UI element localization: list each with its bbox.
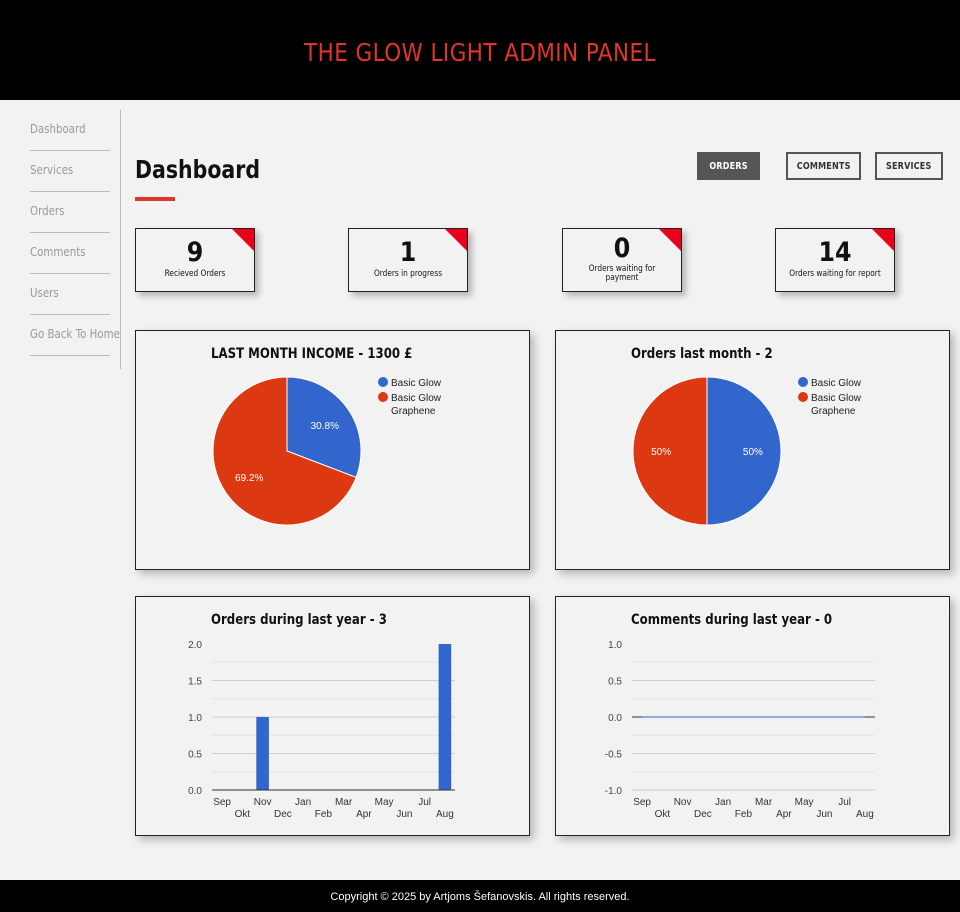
stat-card-waiting-payment: 0 Orders waiting for payment bbox=[562, 228, 682, 292]
y-tick-label: -1.0 bbox=[605, 786, 623, 797]
sidebar: Dashboard Services Orders Comments Users… bbox=[30, 110, 121, 369]
y-tick-label: 0.5 bbox=[608, 677, 622, 688]
orders-button[interactable]: ORDERS bbox=[697, 152, 760, 180]
sidebar-item-services[interactable]: Services bbox=[30, 162, 96, 177]
x-tick-label: Sep bbox=[213, 797, 231, 808]
comments-line-chart: -1.0 -0.5 0.0 0.5 1.0 Sep OktNovDecJan FebMarAp… bbox=[605, 640, 875, 820]
legend-marker bbox=[798, 377, 808, 387]
stat-label: Orders waiting for payment bbox=[588, 264, 656, 284]
y-tick-label: 0.0 bbox=[608, 713, 622, 724]
x-tick-label: Sep bbox=[633, 797, 651, 808]
y-tick-label: 1.0 bbox=[608, 640, 622, 651]
stat-label: Orders waiting for report bbox=[789, 269, 881, 279]
stat-value: 0 bbox=[613, 233, 631, 264]
x-tick-label: Aug bbox=[856, 809, 874, 820]
pie-slice-label: 50% bbox=[651, 447, 671, 458]
stat-card-orders-in-progress: 1 Orders in progress bbox=[348, 228, 468, 292]
copyright-text: Copyright © 2025 by Artjoms Šefanovskis.… bbox=[330, 891, 630, 903]
bar bbox=[256, 717, 269, 790]
legend-label: Basic Glow Graphene bbox=[811, 393, 862, 417]
stat-value: 14 bbox=[818, 237, 852, 268]
x-tick-label: Okt bbox=[235, 809, 251, 820]
x-tick-label: Jan bbox=[295, 797, 311, 808]
x-tick-label: Jan bbox=[715, 797, 731, 808]
x-tick-label: Apr bbox=[776, 809, 792, 820]
sidebar-divider bbox=[30, 355, 110, 356]
services-button[interactable]: SERVICES bbox=[875, 152, 943, 180]
pie-slice-label: 69.2% bbox=[235, 473, 263, 484]
legend-marker bbox=[378, 377, 388, 387]
x-tick-label: Mar bbox=[755, 797, 773, 808]
x-tick-label: Jul bbox=[418, 797, 431, 808]
stat-label: Recieved Orders bbox=[164, 269, 226, 279]
top-header: THE GLOW LIGHT ADMIN PANEL bbox=[0, 0, 960, 100]
x-tick-label: Nov bbox=[674, 797, 692, 808]
y-tick-label: 0.0 bbox=[188, 786, 202, 797]
stat-label: Orders in progress bbox=[373, 269, 443, 279]
x-tick-label: Feb bbox=[735, 809, 753, 820]
orders-year-panel: Orders during last year - 3 0.0 0.5 1.0 1.5… bbox=[135, 596, 530, 836]
sidebar-item-comments[interactable]: Comments bbox=[30, 244, 96, 259]
sidebar-item-orders[interactable]: Orders bbox=[30, 203, 96, 218]
x-tick-label: Jun bbox=[396, 809, 412, 820]
sidebar-divider bbox=[30, 314, 110, 315]
x-tick-label: Nov bbox=[254, 797, 272, 808]
comments-year-panel: Comments during last year - 0 -1.0 -0.5 0.… bbox=[555, 596, 950, 836]
sidebar-divider bbox=[30, 150, 110, 151]
income-pie-chart: 30.8% 69.2% Basic Glow Basic Glow Graphene bbox=[212, 376, 442, 526]
x-tick-label: Dec bbox=[274, 809, 292, 820]
x-tick-label: Apr bbox=[356, 809, 372, 820]
stat-card-received-orders: 9 Recieved Orders bbox=[135, 228, 255, 292]
legend-label: Basic Glow Graphene bbox=[391, 393, 442, 417]
x-tick-label: Jul bbox=[838, 797, 851, 808]
y-tick-label: 1.0 bbox=[188, 713, 202, 724]
app-title: THE GLOW LIGHT ADMIN PANEL bbox=[304, 38, 656, 67]
orders-pie-panel: Orders last month - 2 50% 50% Basic Glow Ba… bbox=[555, 330, 950, 570]
legend-marker bbox=[798, 392, 808, 402]
legend-label: Basic Glow bbox=[811, 378, 862, 389]
y-tick-label: 2.0 bbox=[188, 640, 202, 651]
y-tick-label: 1.5 bbox=[188, 677, 202, 688]
x-tick-label: May bbox=[375, 797, 394, 808]
sidebar-divider bbox=[30, 273, 110, 274]
x-tick-label: Jun bbox=[816, 809, 832, 820]
x-tick-label: Feb bbox=[315, 809, 333, 820]
stat-value: 1 bbox=[399, 237, 417, 268]
footer: Copyright © 2025 by Artjoms Šefanovskis.… bbox=[0, 880, 960, 912]
title-underline bbox=[135, 197, 175, 201]
sidebar-item-dashboard[interactable]: Dashboard bbox=[30, 121, 96, 136]
y-tick-label: 0.5 bbox=[188, 750, 202, 761]
x-tick-label: Dec bbox=[694, 809, 712, 820]
y-tick-label: -0.5 bbox=[605, 750, 623, 761]
sidebar-item-go-back-home[interactable]: Go Back To Home bbox=[30, 326, 120, 341]
pie-slice-label: 30.8% bbox=[311, 421, 339, 432]
x-tick-label: Aug bbox=[436, 809, 454, 820]
legend-marker bbox=[378, 392, 388, 402]
sidebar-divider bbox=[30, 232, 110, 233]
sidebar-item-users[interactable]: Users bbox=[30, 285, 96, 300]
stat-card-waiting-report: 14 Orders waiting for report bbox=[775, 228, 895, 292]
orders-bar-chart: 0.0 0.5 1.0 1.5 2.0 Sep OktNovDecJan FebMarAprM… bbox=[188, 640, 455, 820]
orders-pie-chart: 50% 50% Basic Glow Basic Glow Graphene bbox=[632, 376, 862, 526]
comments-button-label: COMMENTS bbox=[796, 160, 851, 172]
x-tick-label: Okt bbox=[655, 809, 671, 820]
services-button-label: SERVICES bbox=[886, 160, 932, 172]
income-pie-panel: LAST MONTH INCOME - 1300 £ 30.8% 69.2% Bas… bbox=[135, 330, 530, 570]
pie-slice-label: 50% bbox=[743, 447, 763, 458]
bar bbox=[438, 644, 452, 790]
x-tick-label: May bbox=[795, 797, 814, 808]
legend-label: Basic Glow bbox=[391, 378, 442, 389]
page-title: Dashboard bbox=[135, 155, 261, 184]
sidebar-divider bbox=[30, 191, 110, 192]
orders-button-label: ORDERS bbox=[709, 160, 748, 172]
comments-button[interactable]: COMMENTS bbox=[786, 152, 861, 180]
stat-value: 9 bbox=[186, 237, 204, 268]
x-tick-label: Mar bbox=[335, 797, 353, 808]
